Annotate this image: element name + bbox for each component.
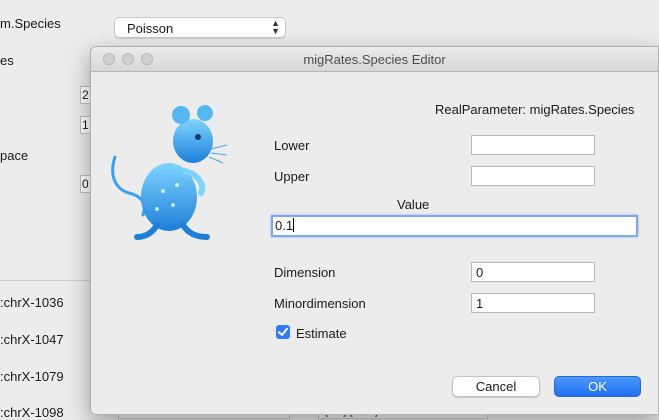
text-cursor xyxy=(293,218,295,232)
minordimension-input[interactable]: 1 xyxy=(471,293,595,313)
bg-divider xyxy=(0,280,100,281)
value-input[interactable]: 0.1 xyxy=(271,215,638,237)
bg-pace-label: pace xyxy=(0,148,29,163)
lower-label: Lower xyxy=(274,138,310,153)
cancel-button[interactable]: Cancel xyxy=(452,376,540,397)
minordimension-label: Minordimension xyxy=(274,296,366,311)
dimension-label: Dimension xyxy=(274,265,336,280)
upper-input[interactable] xyxy=(471,166,595,186)
value-label: Value xyxy=(397,197,430,212)
bg-distribution-select[interactable]: Poisson ▲ ▼ xyxy=(114,17,286,38)
beast-mouse-logo-icon xyxy=(111,105,227,240)
dimension-input[interactable]: 0 xyxy=(471,262,595,282)
upper-label: Upper xyxy=(274,169,310,184)
dialog-titlebar[interactable]: migRates.Species Editor xyxy=(91,47,658,72)
select-arrows-icon: ▲ ▼ xyxy=(271,18,280,36)
bg-select-value: Poisson xyxy=(127,21,174,36)
value-input-text: 0.1 xyxy=(275,218,294,233)
bg-species-label: m.Species xyxy=(0,16,61,31)
parameter-heading: RealParameter: migRates.Species xyxy=(435,102,635,117)
bg-row-label: :chrX-1098 xyxy=(0,405,64,420)
estimate-checkbox[interactable] xyxy=(276,325,290,339)
bg-es-label: es xyxy=(0,53,14,68)
lower-input[interactable] xyxy=(471,135,595,155)
estimate-label: Estimate xyxy=(296,326,347,341)
bg-row-label: :chrX-1036 xyxy=(0,295,64,310)
ok-button[interactable]: OK xyxy=(554,376,641,397)
dialog-title: migRates.Species Editor xyxy=(303,52,446,67)
bg-row-label: :chrX-1047 xyxy=(0,332,64,347)
bg-row-label: :chrX-1079 xyxy=(0,369,64,384)
checkmark-icon xyxy=(278,327,288,336)
parameter-editor-dialog: migRates.Species Editor RealParameter: m… xyxy=(90,46,659,415)
